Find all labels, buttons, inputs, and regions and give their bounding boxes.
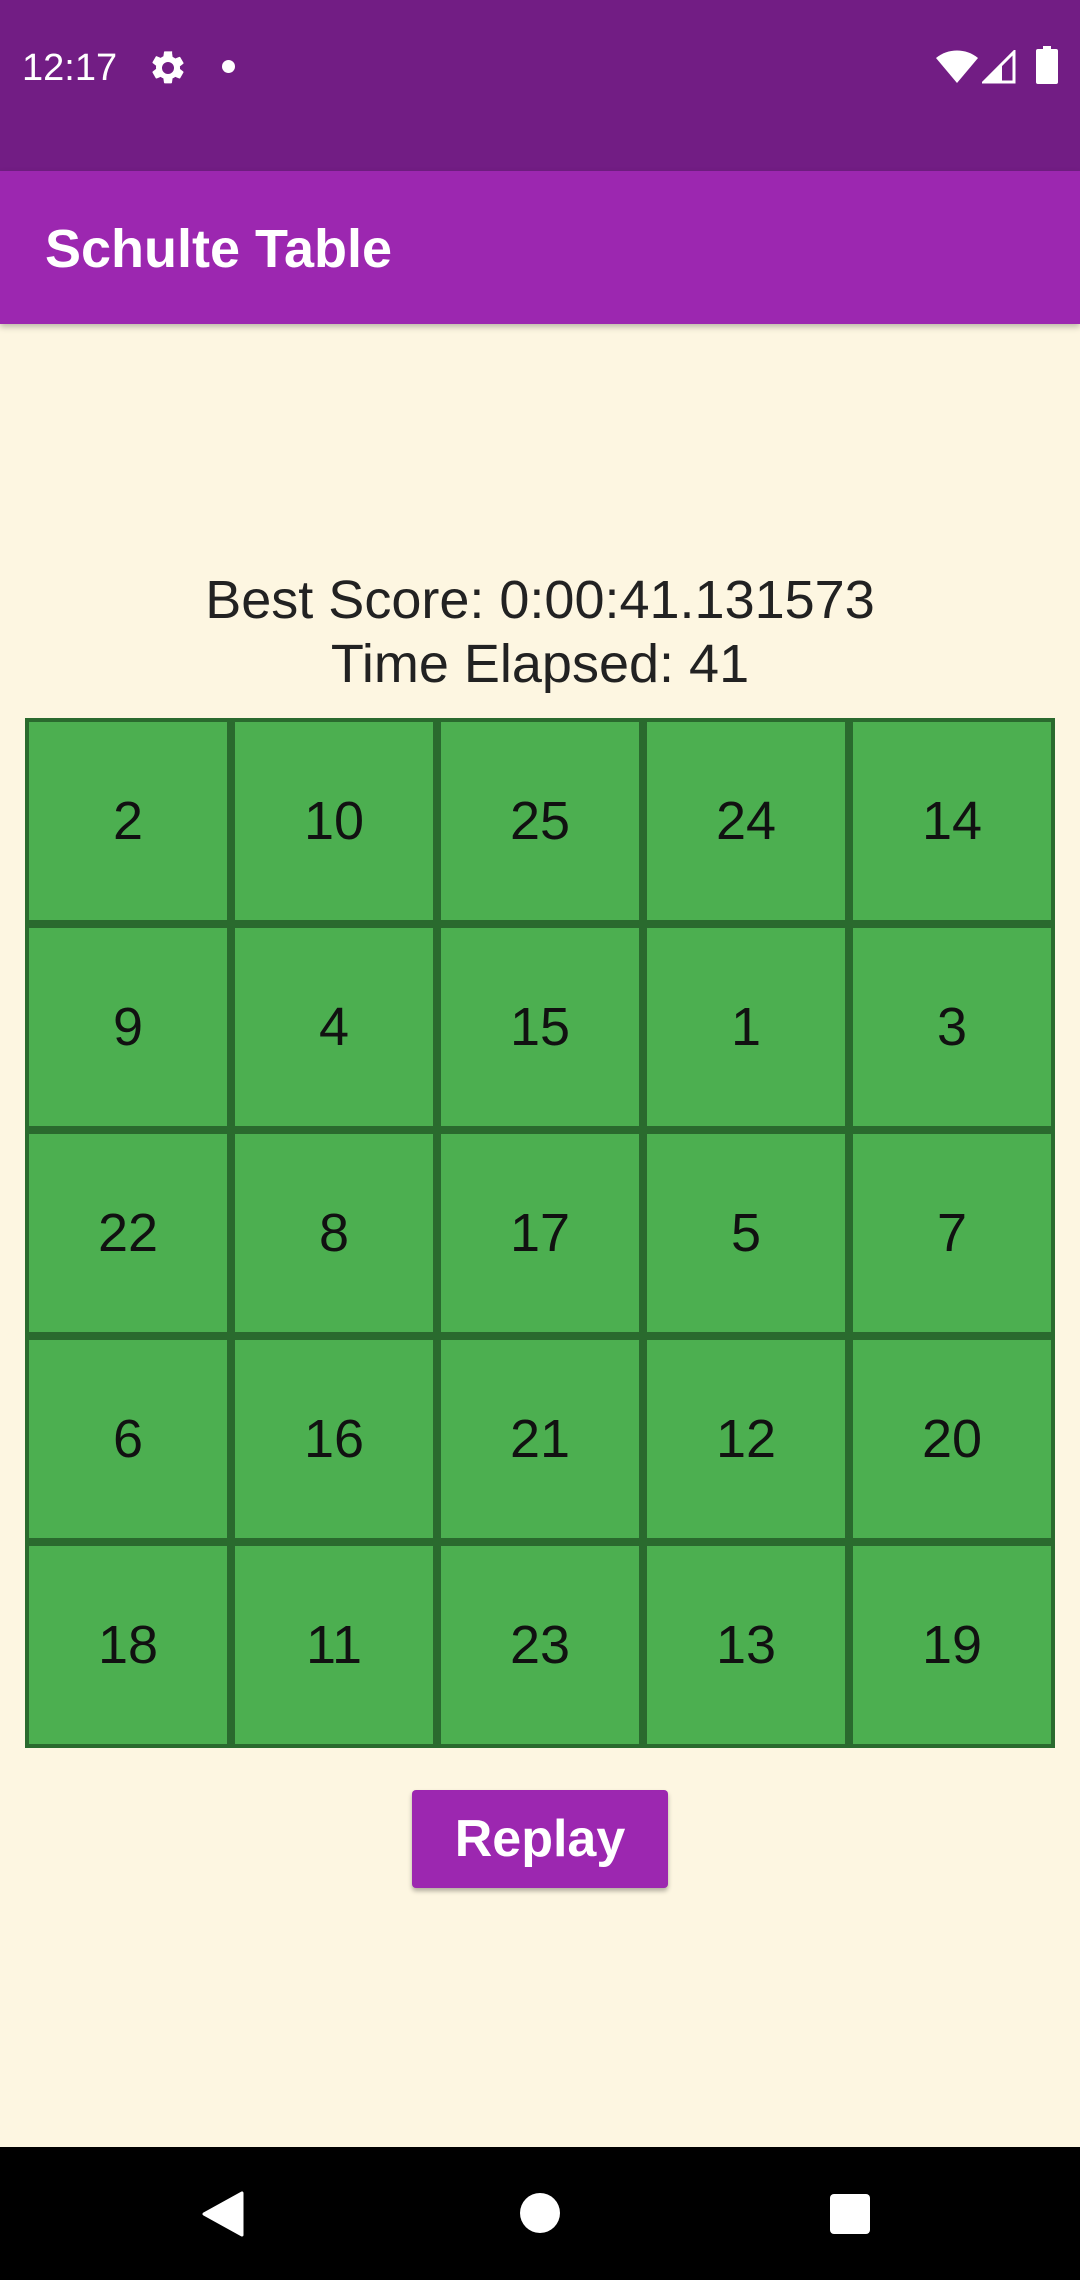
grid-cell[interactable]: 3 bbox=[853, 928, 1051, 1126]
grid-cell[interactable]: 22 bbox=[29, 1134, 227, 1332]
schulte-grid: 2 10 25 24 14 9 4 15 1 3 22 8 17 5 7 6 1… bbox=[25, 718, 1055, 1748]
grid-cell[interactable]: 18 bbox=[29, 1546, 227, 1744]
app-bar: Schulte Table bbox=[0, 171, 1080, 324]
status-time: 12:17 bbox=[22, 47, 118, 89]
grid-cell[interactable]: 23 bbox=[441, 1546, 639, 1744]
grid-cell[interactable]: 16 bbox=[235, 1340, 433, 1538]
grid-cell[interactable]: 14 bbox=[853, 722, 1051, 920]
grid-cell[interactable]: 2 bbox=[29, 722, 227, 920]
signal-icon bbox=[982, 50, 1016, 84]
grid-cell[interactable]: 15 bbox=[441, 928, 639, 1126]
replay-button[interactable]: Replay bbox=[412, 1790, 668, 1888]
grid-cell[interactable]: 10 bbox=[235, 722, 433, 920]
gear-icon bbox=[152, 51, 184, 84]
battery-icon bbox=[1036, 46, 1058, 84]
grid-cell[interactable]: 20 bbox=[853, 1340, 1051, 1538]
grid-cell[interactable]: 8 bbox=[235, 1134, 433, 1332]
grid-cell[interactable]: 11 bbox=[235, 1546, 433, 1744]
grid-cell[interactable]: 17 bbox=[441, 1134, 639, 1332]
recents-icon[interactable] bbox=[830, 2194, 870, 2234]
grid-cell[interactable]: 4 bbox=[235, 928, 433, 1126]
grid-cell[interactable]: 5 bbox=[647, 1134, 845, 1332]
grid-cell[interactable]: 13 bbox=[647, 1546, 845, 1744]
grid-cell[interactable]: 6 bbox=[29, 1340, 227, 1538]
home-icon[interactable] bbox=[520, 2193, 560, 2233]
status-bar: 12:17 bbox=[0, 0, 1080, 171]
wifi-icon bbox=[936, 50, 978, 83]
time-elapsed-label: Time Elapsed: 41 bbox=[330, 634, 750, 694]
app-title: Schulte Table bbox=[45, 219, 393, 279]
grid-cell[interactable]: 12 bbox=[647, 1340, 845, 1538]
grid-cell[interactable]: 25 bbox=[441, 722, 639, 920]
grid-cell[interactable]: 19 bbox=[853, 1546, 1051, 1744]
grid-cell[interactable]: 9 bbox=[29, 928, 227, 1126]
grid-cell[interactable]: 24 bbox=[647, 722, 845, 920]
notification-dot-icon bbox=[222, 60, 235, 73]
grid-cell[interactable]: 1 bbox=[647, 928, 845, 1126]
grid-cell[interactable]: 21 bbox=[441, 1340, 639, 1538]
grid-cell[interactable]: 7 bbox=[853, 1134, 1051, 1332]
navigation-bar bbox=[0, 2147, 1080, 2280]
best-score-label: Best Score: 0:00:41.131573 bbox=[205, 570, 875, 630]
back-icon[interactable] bbox=[200, 2191, 244, 2237]
